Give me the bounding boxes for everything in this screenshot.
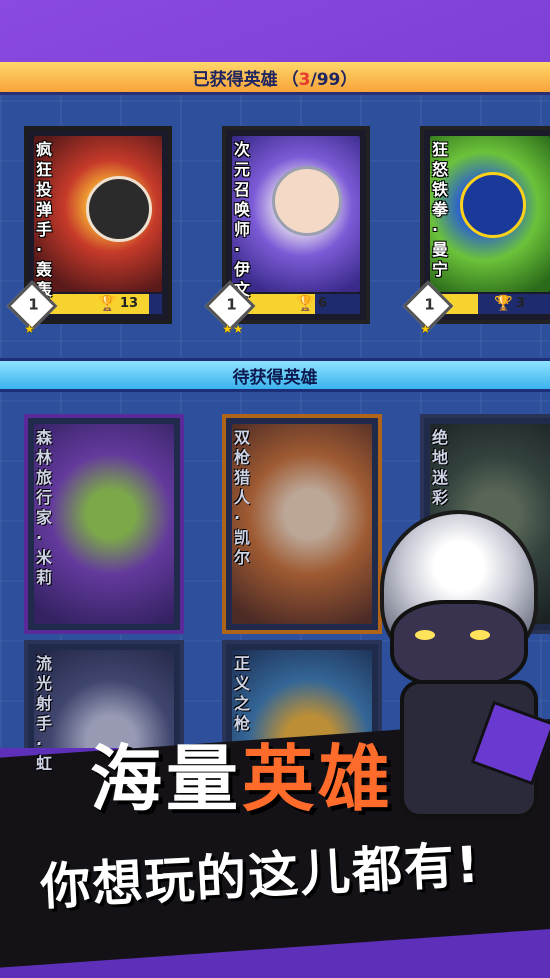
trophy-icon: 🏆 (98, 294, 117, 312)
hero-name: 次元召唤师·伊文 (234, 140, 251, 299)
trophy-count: 13 (120, 296, 139, 311)
pending-hero-card[interactable]: 双枪猎人·凯尔 (222, 414, 382, 634)
pending-heroes-header: 待获得英雄 (0, 358, 550, 392)
promo-title: 海量英雄 (90, 737, 395, 821)
trophy-icon: 🏆 (494, 294, 513, 312)
hero-name: 疯狂投弹手·轰轰 (36, 140, 53, 299)
star-icon: ★ (24, 322, 35, 336)
owned-hero-card[interactable]: 次元召唤师·伊文 1 ★★ 🏆 6 (204, 126, 370, 336)
owned-heroes-count: （3/99） (281, 69, 358, 90)
trophy-count: 3 (516, 296, 526, 311)
pending-hero-card[interactable]: 森林旅行家·米莉 (24, 414, 184, 634)
hero-name: 森林旅行家·米莉 (36, 428, 53, 587)
pending-heroes-label: 待获得英雄 (232, 367, 318, 388)
trophy-icon: 🏆 (296, 294, 315, 312)
hero-name: 双枪猎人·凯尔 (234, 428, 251, 567)
owned-hero-card[interactable]: 狂怒铁拳·曼宁 1 ★ 🏆 3 (402, 126, 550, 336)
owned-hero-card[interactable]: 疯狂投弹手·轰轰 1 ★ 🏆 13 (6, 126, 172, 336)
hero-name: 狂怒铁拳·曼宁 (432, 140, 449, 279)
owned-heroes-label: 已获得英雄 (192, 69, 278, 90)
star-icon: ★★ (222, 322, 244, 336)
owned-heroes-header: 已获得英雄 （3/99） (0, 62, 550, 95)
trophy-count: 6 (318, 296, 328, 311)
hero-name: 流光射手·虹 (36, 654, 53, 773)
star-icon: ★ (420, 322, 431, 336)
